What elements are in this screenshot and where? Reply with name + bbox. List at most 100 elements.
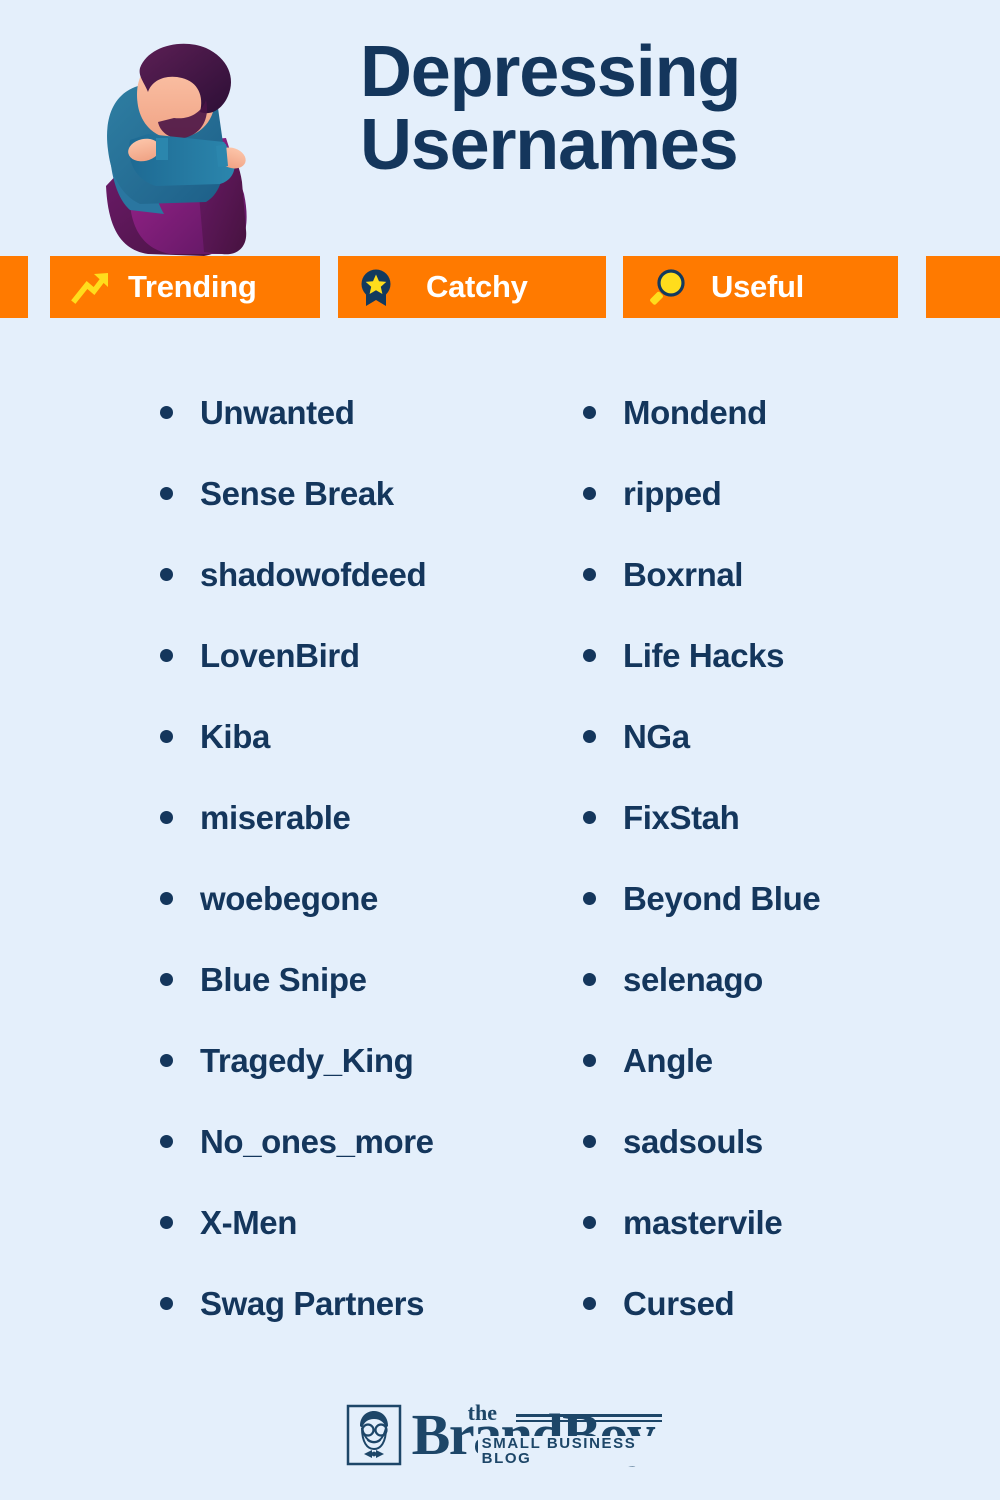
sad-person-illustration	[78, 34, 268, 266]
list-item-label: No_ones_more	[200, 1122, 434, 1160]
bullet-icon	[583, 811, 596, 824]
brandboy-logo-text: the BrandBoy SMALL BUSINESS BLOG	[412, 1402, 662, 1466]
list-item-label: Sense Break	[200, 474, 394, 512]
list-item: X-Men	[160, 1182, 580, 1263]
list-item: NGa	[583, 696, 1000, 777]
bullet-icon	[160, 649, 173, 662]
bullet-icon	[583, 649, 596, 662]
list-item-label: sadsouls	[623, 1122, 763, 1160]
badge-catchy[interactable]: Catchy	[338, 256, 606, 318]
list-item: No_ones_more	[160, 1101, 580, 1182]
list-item-label: Mondend	[623, 393, 767, 431]
bullet-icon	[583, 406, 596, 419]
brandboy-logo[interactable]: the BrandBoy SMALL BUSINESS BLOG	[346, 1402, 662, 1466]
bullet-icon	[160, 892, 173, 905]
bullet-icon	[160, 730, 173, 743]
badge-useful-label: Useful	[711, 269, 804, 304]
username-list-right-column: Mondend ripped Boxrnal Life Hacks NGa Fi…	[583, 372, 1000, 1344]
bullet-icon	[583, 1135, 596, 1148]
bullet-icon	[160, 1216, 173, 1229]
page-title-line-1: Depressing	[360, 32, 741, 112]
list-item: Swag Partners	[160, 1263, 580, 1344]
page-title: Depressing Usernames	[360, 32, 880, 186]
list-item: Sense Break	[160, 453, 580, 534]
bullet-icon	[583, 568, 596, 581]
list-item-label: Life Hacks	[623, 636, 785, 674]
badge-useful[interactable]: Useful	[623, 256, 898, 318]
list-item: Angle	[583, 1020, 1000, 1101]
bullet-icon	[583, 973, 596, 986]
badge-trending[interactable]: Trending	[50, 256, 320, 318]
list-item: LovenBird	[160, 615, 580, 696]
list-item-label: Cursed	[623, 1284, 735, 1322]
list-item-label: miserable	[200, 798, 351, 836]
list-item: shadowofdeed	[160, 534, 580, 615]
bullet-icon	[583, 730, 596, 743]
logo-rule-bottom	[515, 1420, 662, 1422]
award-star-badge-icon	[354, 265, 398, 309]
list-item: Kiba	[160, 696, 580, 777]
list-item-label: Angle	[623, 1041, 713, 1079]
list-item: FixStah	[583, 777, 1000, 858]
bullet-icon	[583, 1297, 596, 1310]
list-item-label: Swag Partners	[200, 1284, 425, 1322]
list-item-label: Blue Snipe	[200, 960, 367, 998]
list-item: Life Hacks	[583, 615, 1000, 696]
bullet-icon	[583, 1216, 596, 1229]
badge-bar: Trending Catchy Useful	[0, 256, 1000, 318]
list-item: selenago	[583, 939, 1000, 1020]
bullet-icon	[583, 487, 596, 500]
list-item-label: mastervile	[623, 1203, 783, 1241]
logo-the-word: the	[467, 1400, 497, 1425]
list-item: Tragedy_King	[160, 1020, 580, 1101]
list-item: Blue Snipe	[160, 939, 580, 1020]
list-item: woebegone	[160, 858, 580, 939]
bullet-icon	[160, 568, 173, 581]
list-item: Unwanted	[160, 372, 580, 453]
list-item-label: FixStah	[623, 798, 740, 836]
trending-up-arrow-icon	[70, 265, 114, 309]
list-item: ripped	[583, 453, 1000, 534]
footer-logo[interactable]: the BrandBoy SMALL BUSINESS BLOG	[0, 1392, 1000, 1478]
bullet-icon	[583, 1054, 596, 1067]
badge-bar-right-stub	[926, 256, 1000, 318]
boy-with-glasses-bowtie-icon	[346, 1404, 402, 1466]
list-item-label: X-Men	[200, 1203, 298, 1241]
magnifying-glass-icon	[645, 265, 689, 309]
list-item-label: Beyond Blue	[623, 879, 821, 917]
bullet-icon	[160, 487, 173, 500]
list-item: Cursed	[583, 1263, 1000, 1344]
username-list-left-column: Unwanted Sense Break shadowofdeed LovenB…	[160, 372, 580, 1344]
badge-catchy-label: Catchy	[426, 269, 528, 304]
list-item-label: LovenBird	[200, 636, 360, 674]
header: Depressing Usernames	[0, 0, 1000, 258]
bullet-icon	[160, 406, 173, 419]
page-title-line-2: Usernames	[360, 105, 739, 186]
list-item-label: woebegone	[200, 879, 378, 917]
logo-rule-top	[515, 1414, 662, 1417]
badge-trending-label: Trending	[128, 269, 257, 304]
list-item-label: Boxrnal	[623, 555, 744, 593]
list-item: miserable	[160, 777, 580, 858]
list-item-label: Kiba	[200, 717, 270, 755]
list-item: Boxrnal	[583, 534, 1000, 615]
bullet-icon	[160, 1297, 173, 1310]
bullet-icon	[160, 1135, 173, 1148]
list-item-label: Unwanted	[200, 393, 355, 431]
list-item: mastervile	[583, 1182, 1000, 1263]
list-item-label: ripped	[623, 474, 722, 512]
username-list: Unwanted Sense Break shadowofdeed LovenB…	[0, 372, 1000, 1352]
list-item-label: selenago	[623, 960, 763, 998]
badge-bar-left-stub	[0, 256, 28, 318]
bullet-icon	[160, 1054, 173, 1067]
list-item: Mondend	[583, 372, 1000, 453]
bullet-icon	[160, 811, 173, 824]
list-item-label: NGa	[623, 717, 690, 755]
bullet-icon	[583, 892, 596, 905]
list-item: sadsouls	[583, 1101, 1000, 1182]
list-item-label: shadowofdeed	[200, 555, 427, 593]
bullet-icon	[160, 973, 173, 986]
list-item-label: Tragedy_King	[200, 1041, 414, 1079]
logo-tagline: SMALL BUSINESS BLOG	[477, 1436, 655, 1466]
list-item: Beyond Blue	[583, 858, 1000, 939]
